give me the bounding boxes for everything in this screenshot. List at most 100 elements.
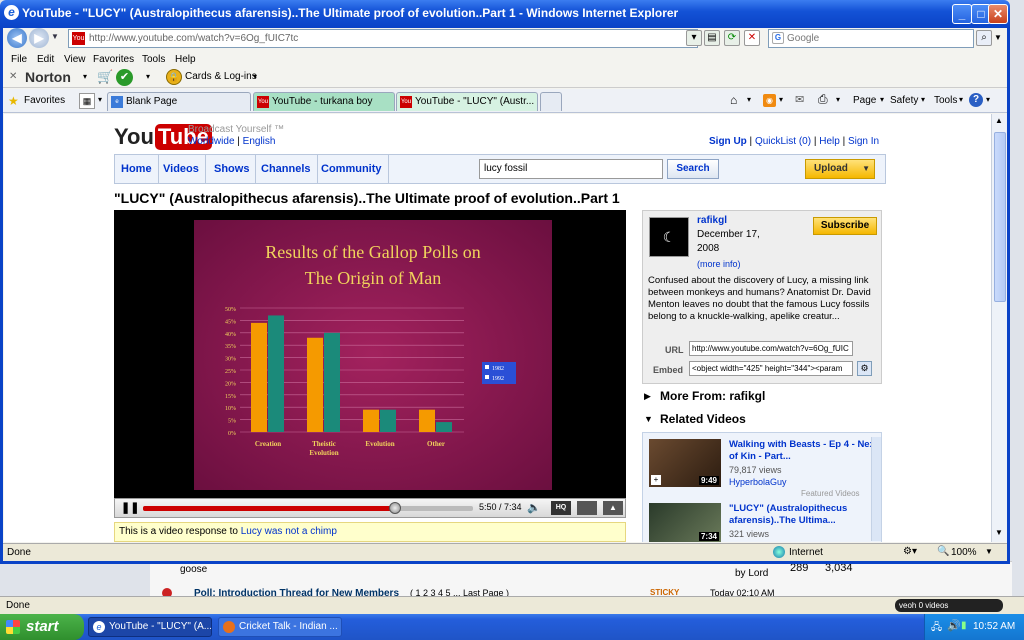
popout-icon[interactable] bbox=[577, 501, 597, 515]
start-button[interactable]: start bbox=[0, 614, 84, 640]
address-field[interactable]: You http://www.youtube.com/watch?v=6Og_f… bbox=[68, 29, 698, 48]
hq-icon[interactable]: HQ bbox=[551, 501, 571, 515]
scroll-up-icon[interactable]: ▲ bbox=[995, 116, 1003, 125]
google-search-input[interactable]: G Google bbox=[768, 29, 974, 48]
nav-community[interactable]: Community bbox=[315, 155, 389, 183]
menu-view[interactable]: View bbox=[64, 54, 86, 65]
more-from-header[interactable]: More From: rafikgl bbox=[660, 389, 765, 403]
shopping-cart-icon[interactable]: 🛒 bbox=[97, 69, 113, 85]
back-button[interactable]: ◀ bbox=[7, 28, 27, 48]
help-dropdown-icon[interactable]: ▾ bbox=[986, 95, 990, 104]
related-title-2[interactable]: "LUCY" (Australopithecus afarensis)..The… bbox=[729, 503, 879, 527]
feeds-dropdown-icon[interactable]: ▾ bbox=[779, 95, 783, 104]
tab-turkana-boy[interactable]: You YouTube - turkana boy bbox=[253, 92, 395, 111]
related-title-1[interactable]: Walking with Beasts - Ep 4 - Next of Kin… bbox=[729, 439, 879, 463]
tools-dropdown-icon[interactable]: ▾ bbox=[959, 95, 963, 104]
video-player[interactable]: Results of the Gallop Polls on The Origi… bbox=[114, 210, 626, 498]
scroll-thumb[interactable] bbox=[994, 132, 1006, 302]
help-link[interactable]: Help bbox=[819, 136, 840, 147]
sign-up-link[interactable]: Sign Up bbox=[709, 136, 747, 147]
feeds-icon[interactable]: ◉ bbox=[763, 94, 776, 107]
related-thumb-1[interactable]: 9:49 + bbox=[649, 439, 721, 487]
quicklist-link[interactable]: QuickList (0) bbox=[755, 136, 811, 147]
more-info-link[interactable]: (more info) bbox=[697, 259, 741, 269]
zoom-dropdown-icon[interactable]: ▼ bbox=[985, 547, 993, 556]
safety-menu[interactable]: Safety bbox=[890, 95, 918, 106]
zoom-level[interactable]: 100% bbox=[951, 547, 977, 558]
protected-mode-icon[interactable]: ⚙▾ bbox=[903, 546, 917, 557]
add-quicklist-icon[interactable]: + bbox=[651, 475, 661, 485]
nav-channels[interactable]: Channels bbox=[255, 155, 318, 183]
menu-favorites[interactable]: Favorites bbox=[93, 54, 134, 65]
user-avatar[interactable]: ☾ bbox=[649, 217, 689, 257]
pause-icon[interactable]: ❚❚ bbox=[121, 501, 139, 514]
subscribe-button[interactable]: Subscribe bbox=[813, 217, 877, 235]
address-dropdown-icon[interactable]: ▾ bbox=[686, 30, 702, 46]
close-button[interactable]: ✕ bbox=[988, 4, 1008, 24]
taskbar-item-youtube[interactable]: e YouTube - "LUCY" (A... bbox=[88, 617, 212, 637]
favorites-button[interactable]: Favorites bbox=[24, 95, 65, 106]
page-menu[interactable]: Page bbox=[853, 95, 876, 106]
nav-shows[interactable]: Shows bbox=[208, 155, 257, 183]
refresh-icon[interactable]: ⟳ bbox=[724, 30, 740, 46]
stop-icon[interactable]: ✕ bbox=[744, 30, 760, 46]
menu-file[interactable]: File bbox=[11, 54, 27, 65]
url-field[interactable]: http://www.youtube.com/watch?v=6Og_fUIC bbox=[689, 341, 853, 356]
upload-button[interactable]: Upload ▼ bbox=[805, 159, 875, 179]
taskbar-item-cricket[interactable]: Cricket Talk - Indian ... bbox=[218, 617, 342, 637]
page-scrollbar[interactable]: ▲ ▼ bbox=[991, 114, 1007, 542]
new-tab-button[interactable] bbox=[540, 92, 562, 111]
print-icon[interactable]: ⎙ bbox=[818, 92, 828, 107]
history-dropdown-icon[interactable]: ▼ bbox=[51, 32, 59, 41]
minimize-button[interactable]: _ bbox=[952, 4, 972, 24]
tray-network-icon[interactable]: 🖧 bbox=[931, 620, 942, 637]
quick-tabs-icon[interactable]: ▦ bbox=[79, 93, 95, 109]
compat-view-icon[interactable]: ▤ bbox=[704, 30, 720, 46]
related-user-1[interactable]: HyperbolaGuy bbox=[729, 477, 787, 487]
tray-volume-icon[interactable]: 🔊 bbox=[947, 619, 961, 632]
mail-icon[interactable]: ✉ bbox=[795, 93, 804, 106]
english-link[interactable]: English bbox=[243, 136, 276, 147]
safe-check-icon[interactable]: ✔ bbox=[116, 69, 133, 86]
youtube-search-input[interactable]: lucy fossil bbox=[479, 159, 663, 179]
tab-list-dropdown-icon[interactable]: ▾ bbox=[98, 95, 102, 104]
tray-signal-icon[interactable]: ▮ bbox=[961, 620, 967, 631]
home-dropdown-icon[interactable]: ▾ bbox=[747, 95, 751, 104]
norton-dropdown-icon[interactable]: ▾ bbox=[83, 72, 87, 81]
fullscreen-icon[interactable]: ▲ bbox=[603, 501, 623, 515]
uploader-link[interactable]: rafikgl bbox=[697, 215, 727, 226]
home-icon[interactable]: ⌂ bbox=[730, 93, 737, 107]
related-thumb-2[interactable]: 7:34 bbox=[649, 503, 721, 542]
upload-dropdown-icon[interactable]: ▼ bbox=[862, 160, 870, 178]
search-go-icon[interactable]: ⌕ bbox=[976, 30, 992, 46]
title-bar[interactable]: e YouTube - "LUCY" (Australopithecus afa… bbox=[0, 0, 1010, 28]
embed-settings-icon[interactable]: ⚙ bbox=[857, 361, 872, 376]
embed-field[interactable]: <object width="425" height="344"><param bbox=[689, 361, 853, 376]
print-dropdown-icon[interactable]: ▾ bbox=[836, 95, 840, 104]
volume-icon[interactable]: 🔈 bbox=[527, 501, 541, 514]
worldwide-link[interactable]: Worldwide bbox=[188, 136, 235, 147]
zoom-icon[interactable]: 🔍 bbox=[937, 546, 949, 557]
safety-dropdown-icon[interactable]: ▾ bbox=[921, 95, 925, 104]
nav-videos[interactable]: Videos bbox=[157, 155, 206, 183]
tab-blank-page[interactable]: e Blank Page bbox=[107, 92, 251, 111]
check-dropdown-icon[interactable]: ▾ bbox=[146, 72, 150, 81]
related-arrow-icon[interactable]: ▼ bbox=[644, 414, 653, 424]
cards-logins-label[interactable]: Cards & Log-ins bbox=[185, 71, 257, 82]
help-icon[interactable]: ? bbox=[969, 93, 983, 107]
search-options-icon[interactable]: ▼ bbox=[994, 33, 1002, 42]
cards-dropdown-icon[interactable]: ▾ bbox=[253, 72, 257, 81]
menu-help[interactable]: Help bbox=[175, 54, 196, 65]
response-link[interactable]: Lucy was not a chimp bbox=[241, 526, 337, 537]
sign-in-link[interactable]: Sign In bbox=[848, 136, 879, 147]
youtube-search-button[interactable]: Search bbox=[667, 159, 719, 179]
page-dropdown-icon[interactable]: ▾ bbox=[880, 95, 884, 104]
tools-menu[interactable]: Tools bbox=[934, 95, 957, 106]
related-scrollbar[interactable] bbox=[871, 437, 881, 541]
favorites-star-icon[interactable]: ★ bbox=[8, 94, 19, 108]
norton-brand[interactable]: Norton bbox=[25, 69, 71, 85]
more-from-arrow-icon[interactable]: ▶ bbox=[644, 391, 651, 402]
nav-home[interactable]: Home bbox=[115, 155, 159, 183]
forward-button[interactable]: ▶ bbox=[29, 28, 49, 48]
veoh-bar[interactable]: veoh 0 videos bbox=[895, 599, 1003, 612]
